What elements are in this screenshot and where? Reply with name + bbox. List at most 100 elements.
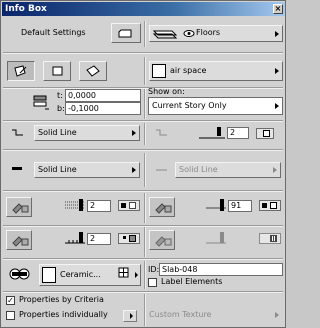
- properties-by-criteria-checkbox[interactable]: ✓: [6, 296, 15, 305]
- cut-fill-button-right[interactable]: [149, 230, 175, 250]
- show-on-label: Show on:: [148, 87, 185, 96]
- material-label: Ceramic...: [60, 270, 101, 279]
- material-icon: [9, 268, 30, 280]
- separator: [3, 190, 283, 192]
- line-type-popup-top[interactable]: Solid Line: [34, 125, 140, 141]
- separator: [144, 153, 146, 187]
- rectangle-icon: [52, 66, 63, 76]
- properties-individually-label: Properties individually: [19, 310, 108, 319]
- close-button[interactable]: ×: [273, 4, 283, 14]
- info-box-window: Info Box × Default Settings Floors air s…: [0, 0, 286, 328]
- b-label: b:: [57, 104, 65, 113]
- properties-by-criteria-label: Properties by Criteria: [19, 295, 104, 304]
- material-popup[interactable]: Ceramic...: [39, 264, 141, 286]
- layer-arrow-icon: [275, 68, 279, 74]
- cut-background-pen-icon: [206, 232, 226, 244]
- fill-pen-icon: [155, 203, 172, 214]
- t-label: t:: [57, 91, 63, 100]
- line-type-popup-right[interactable]: Solid Line: [175, 162, 281, 178]
- pattern-toggle-right[interactable]: [259, 233, 281, 244]
- separator: [144, 261, 146, 289]
- default-settings-icon: [118, 29, 132, 38]
- line-type-label-left: Solid Line: [38, 165, 77, 174]
- separator: [3, 120, 283, 122]
- contour-line-right-icon: [156, 129, 167, 136]
- custom-texture-label: Custom Texture: [149, 310, 212, 319]
- separator: [3, 87, 283, 89]
- geometry-method-2-button[interactable]: [43, 61, 71, 81]
- contour-line-icon: [12, 129, 23, 136]
- layer-popup[interactable]: air space: [149, 61, 283, 81]
- label-elements-label: Label Elements: [161, 277, 223, 286]
- pen-number-field-left[interactable]: 2: [87, 200, 111, 212]
- eye-icon: [183, 30, 195, 37]
- default-settings-button[interactable]: [111, 23, 141, 43]
- separator: [3, 258, 283, 260]
- window-title: Info Box: [5, 4, 47, 14]
- pen-number-field-cut[interactable]: 2: [87, 233, 111, 245]
- fill-toggle-button-right[interactable]: [149, 197, 175, 217]
- floors-popup[interactable]: Floors: [149, 25, 283, 42]
- top-elevation-field[interactable]: 0,0000: [65, 89, 141, 102]
- separator: [3, 291, 283, 293]
- geometry-method-1-button[interactable]: [7, 61, 35, 81]
- separator: [144, 227, 146, 257]
- floors-arrow-icon: [275, 30, 279, 37]
- fill-toggle-button-left[interactable]: [6, 197, 32, 217]
- rotated-rectangle-icon: [86, 65, 100, 77]
- properties-button[interactable]: [123, 310, 137, 322]
- pen-toggle-top[interactable]: [256, 128, 274, 139]
- separator: [144, 57, 146, 85]
- background-pen-icon: [206, 199, 226, 211]
- label-elements-checkbox[interactable]: [148, 278, 157, 287]
- cut-fill-icon: [12, 236, 29, 247]
- line-type-arrow-icon: [132, 130, 136, 136]
- separator: [144, 89, 146, 119]
- pen-number-field-right[interactable]: 91: [228, 200, 252, 212]
- properties-arrow-icon: [130, 313, 133, 319]
- title-bar[interactable]: Info Box ×: [2, 2, 285, 16]
- custom-texture-arrow-icon: [275, 312, 279, 318]
- polygon-icon: [14, 65, 27, 77]
- pen-toggle-right[interactable]: [259, 200, 281, 211]
- floors-label: Floors: [196, 28, 221, 37]
- cut-fill-button-left[interactable]: [6, 230, 32, 250]
- fill-pen-icon: [12, 203, 29, 214]
- separator: [3, 225, 283, 227]
- separator: [144, 21, 146, 47]
- separator: [3, 52, 283, 54]
- cut-fill-icon: [155, 236, 172, 247]
- geometry-method-3-button[interactable]: [79, 61, 107, 81]
- pen-number-field-top[interactable]: 2: [227, 127, 249, 139]
- floors-icon: [152, 30, 178, 39]
- material-swatch: [42, 267, 56, 283]
- line-type-arrow-icon: [132, 167, 136, 173]
- pen-toggle-cut[interactable]: [118, 233, 140, 244]
- id-field[interactable]: Slab-048: [159, 263, 283, 276]
- separator: [144, 193, 146, 223]
- line-type-label-right: Solid Line: [179, 165, 218, 174]
- line-type-label-top: Solid Line: [38, 128, 77, 137]
- hatch-pen-icon: [65, 199, 85, 211]
- bottom-elevation-field[interactable]: -0,1000: [65, 102, 141, 115]
- properties-individually-checkbox[interactable]: [6, 311, 15, 320]
- layer-swatch: [152, 64, 166, 78]
- default-settings-label: Default Settings: [21, 28, 86, 37]
- custom-texture-popup[interactable]: Custom Texture: [148, 307, 283, 323]
- fill-line-right-icon: [156, 169, 167, 171]
- cut-line-pen-icon: [65, 232, 85, 244]
- line-type-arrow-icon: [273, 167, 277, 173]
- elevation-icon: [33, 95, 49, 110]
- id-label: ID:: [148, 265, 160, 274]
- show-on-arrow-icon: [275, 103, 279, 109]
- pen-toggle-left[interactable]: [118, 200, 140, 211]
- show-on-popup[interactable]: Current Story Only: [148, 97, 283, 115]
- material-grid-icon: [118, 267, 129, 278]
- show-on-value: Current Story Only: [152, 101, 227, 110]
- separator: [144, 294, 146, 326]
- separator: [144, 123, 146, 145]
- pen-icon: [199, 127, 225, 139]
- line-type-popup-left[interactable]: Solid Line: [34, 162, 140, 178]
- fill-line-icon: [12, 167, 22, 170]
- separator: [3, 149, 283, 151]
